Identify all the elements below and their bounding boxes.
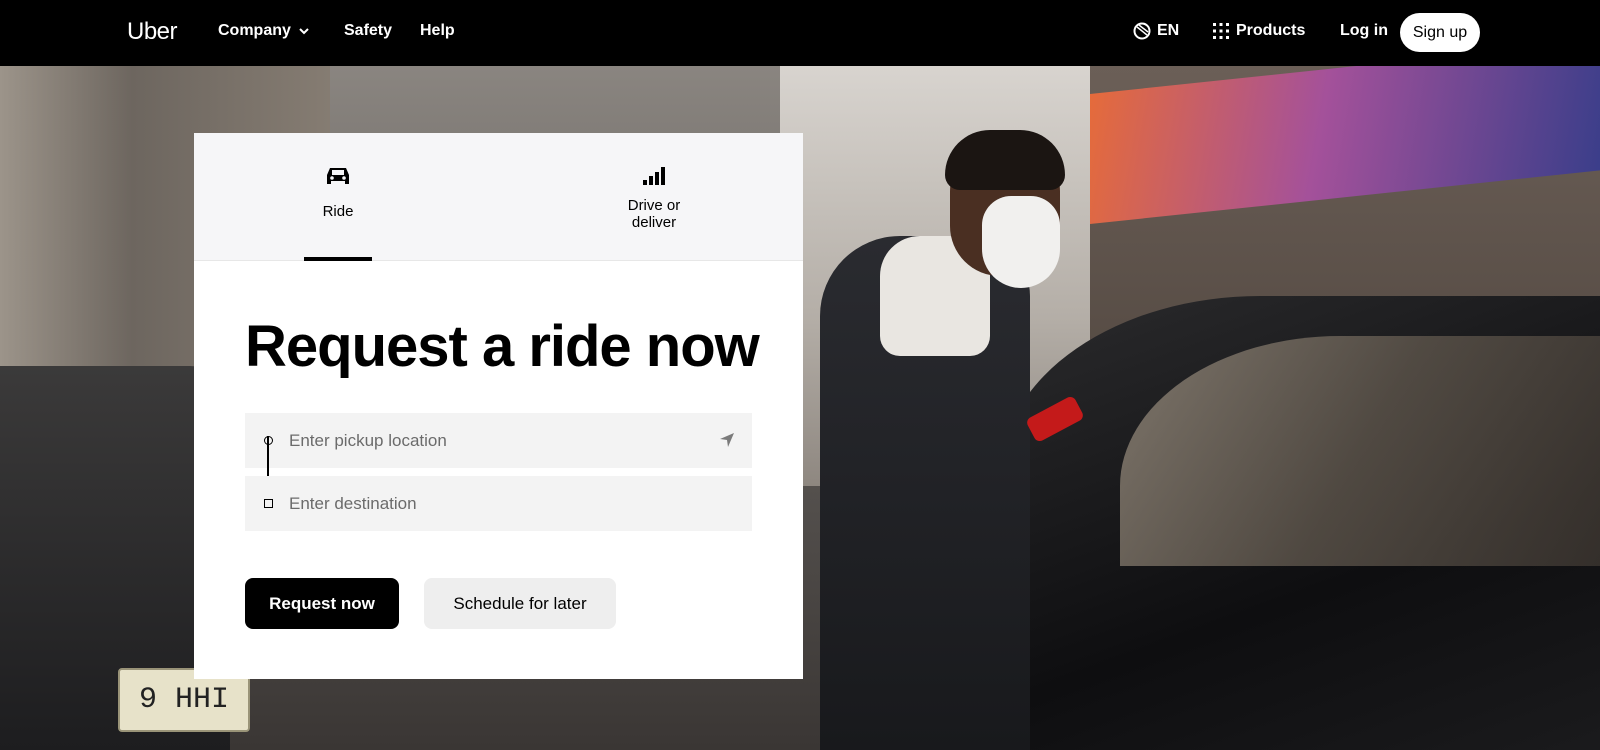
grid-icon [1213,23,1229,39]
chevron-down-icon [299,28,309,35]
person-hair [945,130,1065,190]
nav-company[interactable]: Company [218,22,311,40]
request-now-button[interactable]: Request now [245,578,399,629]
nav-company-label: Company [218,22,291,39]
language-selector[interactable]: EN [1133,22,1179,40]
schedule-for-later-button[interactable]: Schedule for later [424,578,616,629]
destination-input[interactable]: Enter destination [245,476,752,531]
page-title: Request a ride now [245,314,760,379]
tab-drive-or-deliver[interactable]: Drive or deliver [594,133,714,261]
uber-logo[interactable]: Uber [127,18,178,46]
signup-button[interactable]: Sign up [1400,13,1480,52]
top-nav-bar: Uber Company Safety Help EN Products Log… [0,0,1600,66]
face-mask [982,196,1060,288]
language-label: EN [1157,22,1180,39]
pickup-location-input[interactable]: Enter pickup location [245,413,752,468]
pickup-dot-icon [264,436,273,445]
destination-placeholder: Enter destination [289,493,417,513]
nav-products-label: Products [1236,22,1306,39]
tab-drive-label: Drive or deliver [627,197,681,231]
destination-square-icon [264,499,273,508]
ride-request-card: Ride Drive or deliver Request a ride now… [194,133,803,679]
nav-help[interactable]: Help [420,22,455,40]
service-tabs: Ride Drive or deliver [194,133,803,261]
car-icon [327,168,349,184]
globe-icon [1133,22,1151,40]
signal-bars-icon [643,167,665,185]
login-link[interactable]: Log in [1340,22,1388,40]
tab-ride-label: Ride [322,203,354,220]
location-arrow-icon[interactable] [718,431,736,449]
nav-safety[interactable]: Safety [344,22,392,40]
nav-products[interactable]: Products [1212,22,1305,40]
tab-ride[interactable]: Ride [304,133,372,261]
pickup-placeholder: Enter pickup location [289,430,447,450]
